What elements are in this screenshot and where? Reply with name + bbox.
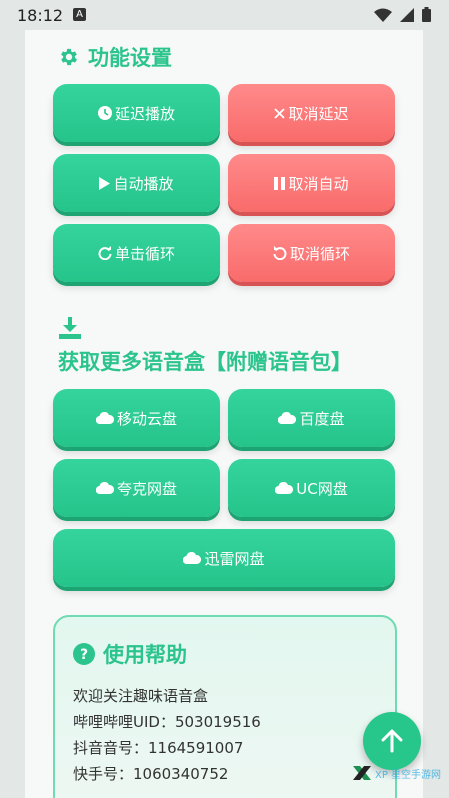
help-card: ? 使用帮助 欢迎关注趣味语音盒 哔哩哔哩UID：503019516 抖音音号：… <box>53 615 397 798</box>
mobile-cloud-button[interactable]: 移动云盘 <box>53 389 220 447</box>
redo-icon <box>98 246 112 260</box>
help-title-text: 使用帮助 <box>103 643 187 667</box>
main-card: 功能设置 延迟播放 取消延迟 自动播放 取消自动 单击循环 取消循环 获取更多语… <box>25 30 423 798</box>
cloud-icon <box>278 412 297 424</box>
cloud-icon <box>275 482 294 494</box>
download-title: 获取更多语音盒【附赠语音包】 <box>58 346 352 376</box>
status-time: 18:12 <box>17 6 64 25</box>
delay-play-label: 延迟播放 <box>114 104 175 123</box>
cancel-auto-label: 取消自动 <box>288 174 349 193</box>
help-line-bilibili: 哔哩哔哩UID：503019516 <box>73 713 261 731</box>
help-title: ? 使用帮助 <box>73 639 187 669</box>
arrow-up-icon <box>381 729 403 753</box>
single-loop-button[interactable]: 单击循环 <box>53 224 220 282</box>
question-circle-icon: ? <box>73 643 95 665</box>
xunlei-disk-label: 迅雷网盘 <box>204 549 265 568</box>
cloud-icon <box>95 412 114 424</box>
signal-icon <box>400 7 414 22</box>
watermark-text: XP 星空手游网 <box>375 769 442 781</box>
features-title: 功能设置 <box>58 42 172 72</box>
cancel-delay-button[interactable]: 取消延迟 <box>228 84 395 142</box>
cancel-auto-button[interactable]: 取消自动 <box>228 154 395 212</box>
cancel-loop-button[interactable]: 取消循环 <box>228 224 395 282</box>
battery-icon <box>422 7 431 22</box>
undo-icon <box>273 246 287 260</box>
cancel-loop-label: 取消循环 <box>289 244 350 263</box>
single-loop-label: 单击循环 <box>114 244 175 263</box>
cloud-icon <box>95 482 114 494</box>
status-bar: 18:12 A <box>0 0 449 30</box>
baidu-disk-label: 百度盘 <box>299 409 345 428</box>
delay-play-button[interactable]: 延迟播放 <box>53 84 220 142</box>
svg-text:?: ? <box>80 647 88 663</box>
mobile-cloud-label: 移动云盘 <box>116 409 177 428</box>
pause-icon <box>274 176 286 190</box>
notification-icon: A <box>73 8 86 21</box>
uc-disk-label: UC网盘 <box>296 479 348 498</box>
features-title-text: 功能设置 <box>88 46 172 70</box>
help-line-welcome: 欢迎关注趣味语音盒 <box>73 687 209 705</box>
watermark: XP 星空手游网 <box>352 762 447 784</box>
gear-icon <box>61 48 77 66</box>
clock-icon <box>97 106 112 120</box>
auto-play-label: 自动播放 <box>113 174 174 193</box>
help-line-douyin: 抖音音号：1164591007 <box>73 739 244 757</box>
baidu-disk-button[interactable]: 百度盘 <box>228 389 395 447</box>
uc-disk-button[interactable]: UC网盘 <box>228 459 395 517</box>
help-line-kuaishou: 快手号：1060340752 <box>73 765 229 783</box>
xunlei-disk-button[interactable]: 迅雷网盘 <box>53 529 395 587</box>
quark-disk-button[interactable]: 夸克网盘 <box>53 459 220 517</box>
download-title-text: 获取更多语音盒【附赠语音包】 <box>58 350 352 374</box>
auto-play-button[interactable]: 自动播放 <box>53 154 220 212</box>
quark-disk-label: 夸克网盘 <box>116 479 177 498</box>
x-icon <box>274 107 286 119</box>
cancel-delay-label: 取消延迟 <box>288 104 349 123</box>
wifi-icon <box>374 8 392 22</box>
cloud-icon <box>183 552 202 564</box>
download-icon <box>59 317 81 339</box>
xp-logo-icon <box>353 766 371 780</box>
play-icon <box>99 176 111 190</box>
